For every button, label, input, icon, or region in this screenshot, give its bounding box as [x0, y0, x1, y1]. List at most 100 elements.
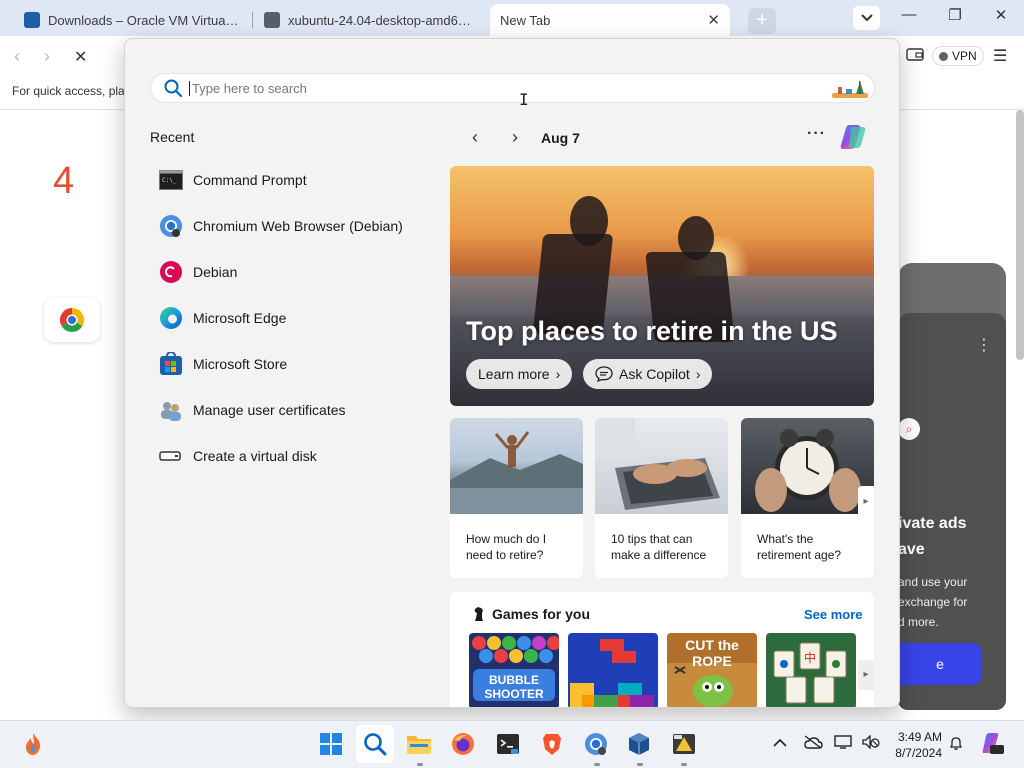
next-cards-button[interactable]: ▸ [858, 486, 874, 518]
search-input[interactable] [189, 80, 789, 96]
brave-button[interactable] [539, 731, 565, 757]
search-box[interactable] [150, 73, 875, 103]
recent-item-label: Microsoft Edge [193, 310, 287, 326]
game-tile-cut-the-rope[interactable]: CUT the ROPE [667, 633, 757, 707]
article-card[interactable]: What's the retirement age? [741, 418, 874, 578]
recent-item-virtual-disk[interactable]: Create a virtual disk [150, 433, 440, 479]
article-card[interactable]: 10 tips that can make a difference [595, 418, 728, 578]
article-title: 10 tips that can make a difference [611, 532, 707, 562]
close-tab-icon[interactable]: ✕ [707, 11, 720, 29]
running-indicator [594, 763, 600, 766]
stop-loading-button[interactable]: ✕ [74, 47, 87, 67]
more-options-button[interactable]: ··· [807, 125, 826, 143]
article-title: What's the retirement age? [757, 532, 842, 562]
notifications-button[interactable] [948, 735, 964, 754]
monitor-icon [834, 735, 852, 749]
debian-icon [159, 260, 183, 284]
copilot-pre-icon [982, 733, 1004, 754]
virtualbox-vm-button[interactable] [671, 731, 697, 757]
back-button[interactable]: ‹ [14, 46, 20, 67]
virtual-disk-icon [159, 444, 183, 468]
mahjong-thumbnail: 中 [766, 633, 856, 707]
clock-date: 8/7/2024 [895, 746, 942, 760]
tracker-count: 4 [53, 160, 75, 202]
onedrive-button[interactable] [803, 735, 823, 752]
chevron-down-icon [860, 14, 873, 22]
learn-more-button[interactable]: Learn more › [466, 359, 573, 389]
article-image [450, 418, 583, 514]
new-tab-button[interactable]: + [748, 8, 776, 34]
search-highlight-icon[interactable] [830, 77, 870, 101]
firefox-button[interactable] [450, 731, 476, 757]
game-tile-mahjong[interactable]: 中 [766, 633, 856, 707]
terminal-button[interactable] [495, 731, 521, 757]
volume-button[interactable] [862, 734, 880, 752]
chess-piece-icon [474, 607, 483, 621]
recent-heading: Recent [150, 129, 195, 145]
virtualbox-icon [629, 733, 649, 755]
recent-item-chromium[interactable]: Chromium Web Browser (Debian) [150, 203, 440, 249]
ask-copilot-button[interactable]: Ask Copilot › [583, 359, 713, 389]
recent-item-label: Manage user certificates [193, 402, 346, 418]
game-tile-bubble-shooter[interactable]: BUBBLE SHOOTER [469, 633, 559, 707]
restore-button[interactable]: ❐ [940, 6, 970, 24]
recent-item-certificates[interactable]: Manage user certificates [150, 387, 440, 433]
wallet-icon [906, 48, 924, 61]
show-hidden-icons-button[interactable] [773, 735, 787, 751]
tab-list-button[interactable] [853, 6, 880, 30]
recent-item-store[interactable]: Microsoft Store [150, 341, 440, 387]
recent-item-edge[interactable]: Microsoft Edge [150, 295, 440, 341]
running-indicator [417, 763, 423, 766]
games-section: Games for you See more BUBBLE SHOOTER CU… [450, 592, 874, 707]
copilot-taskbar-button[interactable] [980, 731, 1004, 758]
copilot-icon[interactable] [837, 121, 869, 153]
clock-time: 3:49 AM [897, 730, 942, 744]
minimize-button[interactable]: — [894, 6, 924, 23]
see-more-link[interactable]: See more [804, 607, 863, 622]
edge-icon [159, 306, 183, 330]
close-window-button[interactable]: ✕ [986, 6, 1016, 24]
next-day-button[interactable]: › [495, 127, 535, 148]
widgets-button[interactable] [20, 731, 46, 757]
wallet-button[interactable] [906, 46, 924, 65]
article-card[interactable]: How much do I need to retire? [450, 418, 583, 578]
recent-item-command-prompt[interactable]: C:\_ Command Prompt [150, 157, 440, 203]
promo-button[interactable]: e [898, 643, 982, 685]
search-icon [164, 79, 183, 98]
kebab-menu-icon[interactable]: ⋮ [976, 335, 992, 355]
game-tile-tetris[interactable] [568, 633, 658, 707]
chevron-right-icon: › [555, 366, 561, 382]
hero-card[interactable]: Top places to retire in the US Learn mor… [450, 166, 874, 406]
tab-virtualbox-downloads[interactable]: Downloads – Oracle VM VirtualBox [14, 4, 250, 36]
virtualbox-favicon-icon [24, 12, 40, 28]
virtualbox-button[interactable] [626, 731, 652, 757]
display-button[interactable] [834, 735, 852, 752]
chromium-icon [159, 214, 183, 238]
menu-button[interactable]: ☰ [993, 46, 1007, 66]
clock[interactable]: 3:49 AM 8/7/2024 [892, 729, 942, 761]
previous-day-button[interactable]: ‹ [455, 127, 495, 148]
promo-heading: ivate ads [898, 515, 967, 532]
promo-text: exchange for [898, 595, 968, 609]
chromium-taskbar-button[interactable] [583, 731, 609, 757]
start-button[interactable] [318, 731, 344, 757]
search-taskbar-button[interactable] [362, 731, 388, 757]
speed-dial-tile[interactable] [44, 298, 100, 342]
page-scrollbar[interactable] [1016, 110, 1024, 360]
tab-title: New Tab [500, 12, 551, 28]
running-indicator [637, 763, 643, 766]
vpn-button[interactable]: VPN [932, 46, 984, 66]
tab-xubuntu-iso[interactable]: xubuntu-24.04-desktop-amd64.iso - [254, 4, 488, 36]
page-favicon-icon [264, 12, 280, 28]
recent-item-debian[interactable]: Debian [150, 249, 440, 295]
cloud-offline-icon [804, 735, 823, 749]
promo-text: d more. [898, 615, 939, 629]
article-image [595, 418, 728, 514]
forward-button[interactable]: › [44, 46, 50, 67]
tab-new-tab[interactable]: New Tab ✕ [490, 4, 730, 36]
file-explorer-button[interactable] [406, 731, 432, 757]
recent-list: C:\_ Command Prompt Chromium Web Browser… [150, 157, 440, 479]
next-games-button[interactable]: ▸ [858, 660, 874, 690]
terminal-icon [497, 734, 519, 754]
promo-side-panel: ⋮ ⌕ ivate ads ave and use your exchange … [898, 263, 1006, 710]
